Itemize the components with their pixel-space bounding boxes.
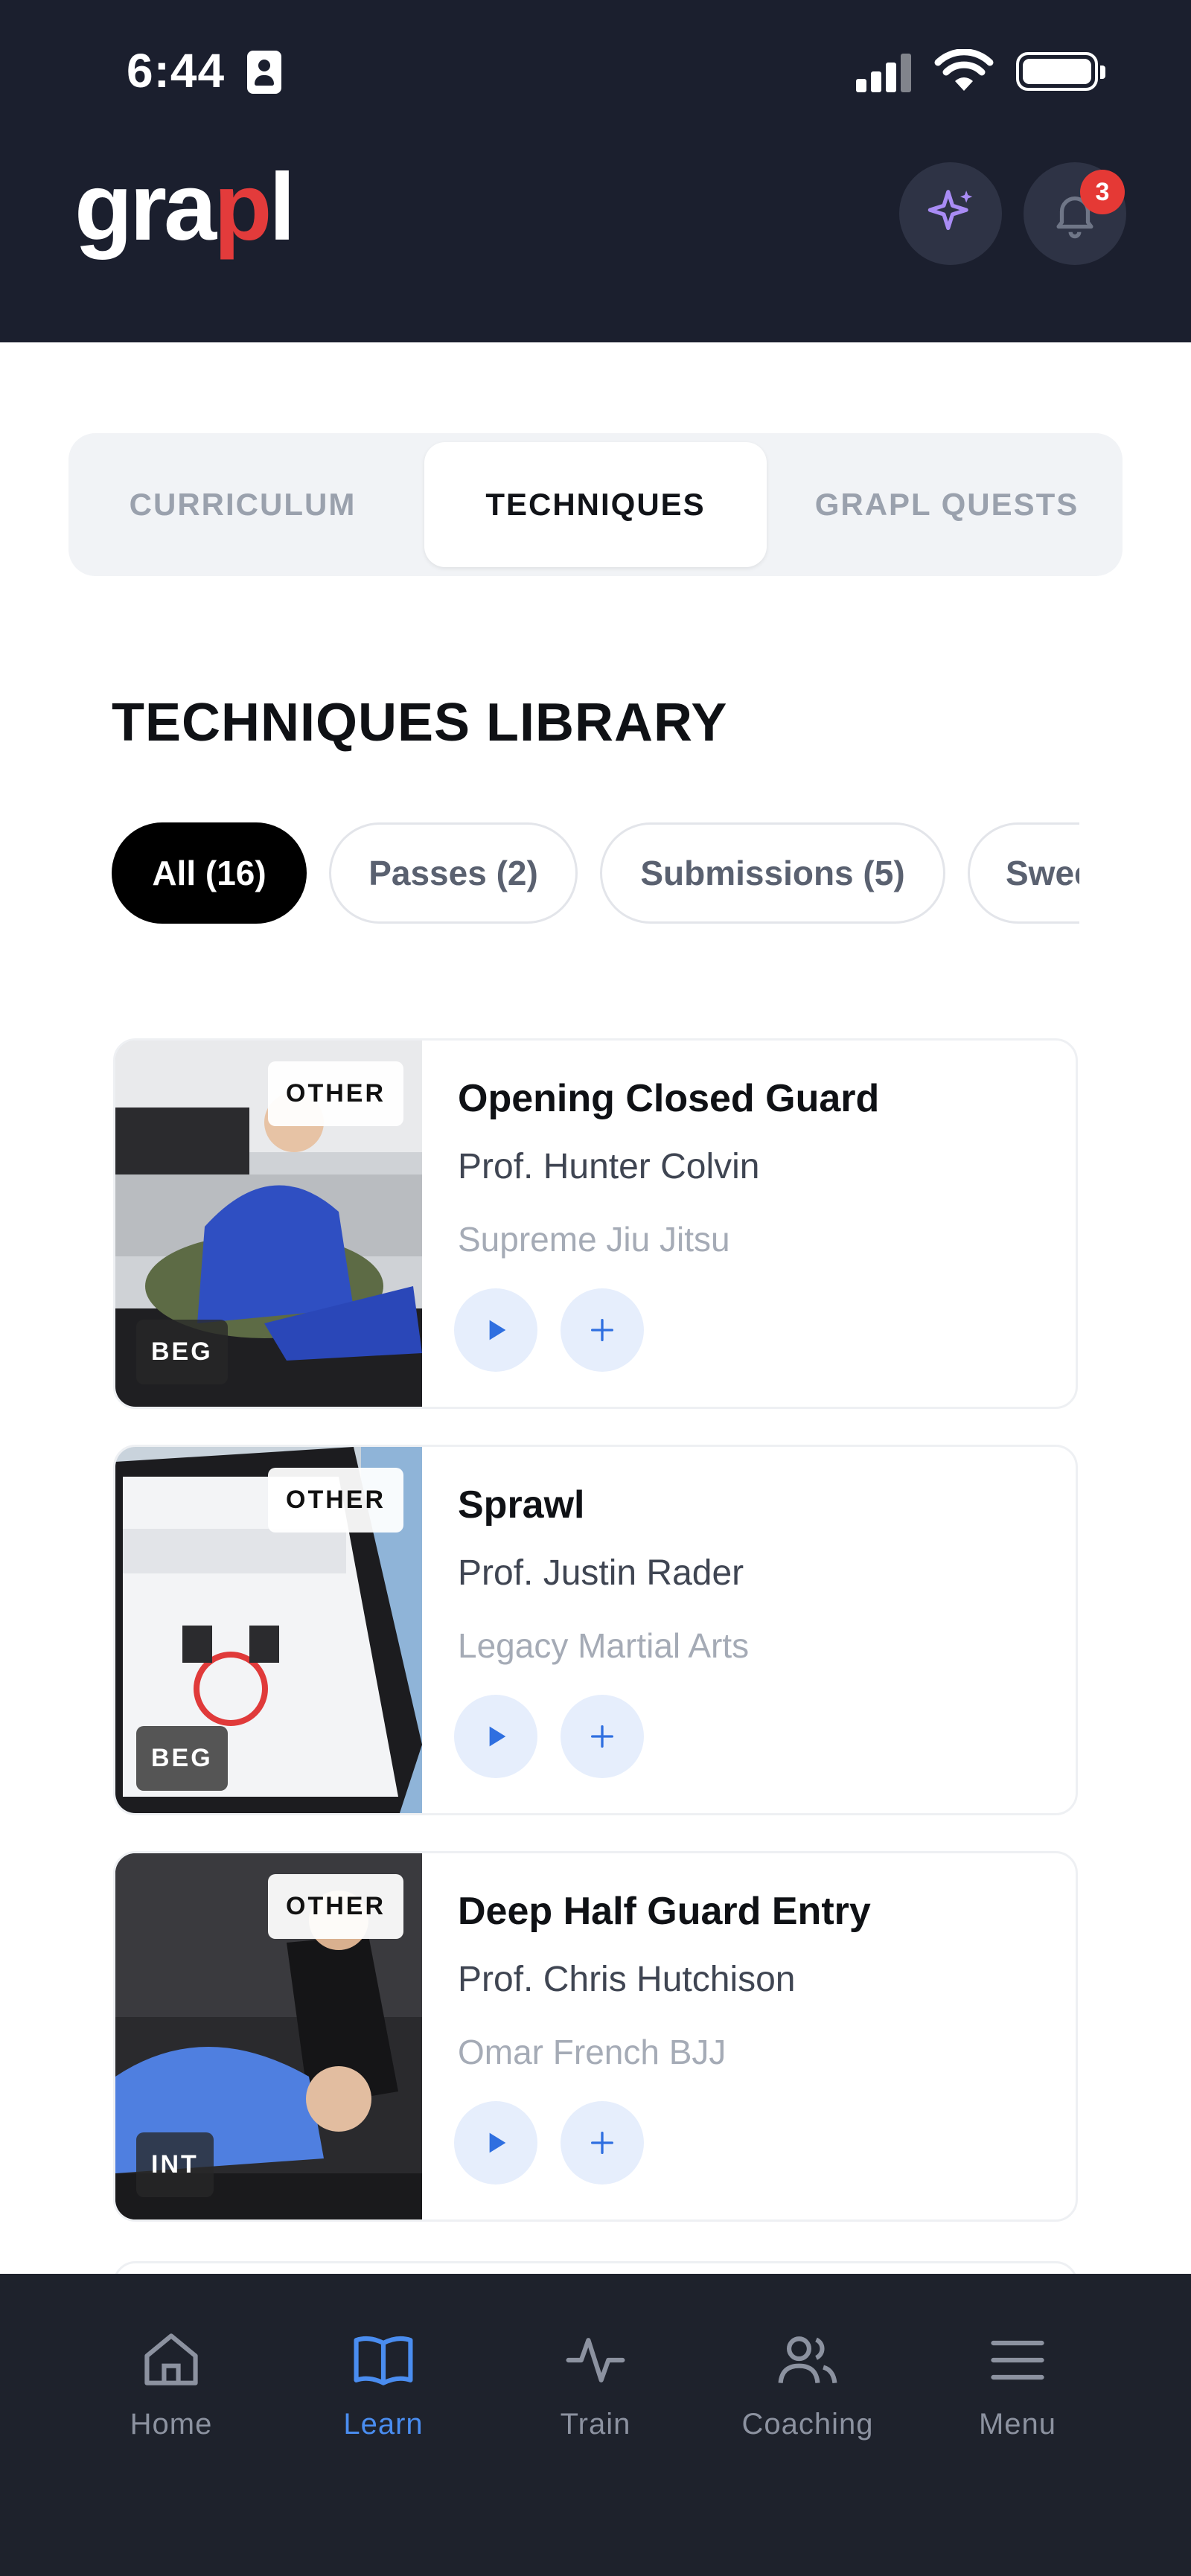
play-button[interactable] xyxy=(454,2101,537,2185)
tab-grapl-quests[interactable]: GRAPL QUESTS xyxy=(783,442,1111,567)
home-icon xyxy=(144,2333,198,2385)
technique-title: Sprawl xyxy=(458,1483,585,1527)
contact-card-icon xyxy=(247,51,281,94)
add-button[interactable] xyxy=(561,1695,644,1778)
technique-thumbnail: OTHER BEG xyxy=(115,1041,422,1407)
technique-card[interactable]: OTHER BEG Opening Closed Guard Prof. Hun… xyxy=(113,1038,1078,1409)
status-time: 6:44 xyxy=(127,44,226,98)
technique-coach: Prof. Chris Hutchison xyxy=(458,1960,796,1999)
book-icon xyxy=(354,2336,413,2385)
category-tag: OTHER xyxy=(268,1468,403,1533)
grapl-logo: grapl xyxy=(74,154,296,261)
nav-coaching[interactable]: Coaching xyxy=(715,2326,901,2441)
nav-train-label: Train xyxy=(560,2408,631,2441)
level-badge: INT xyxy=(136,2132,214,2197)
app-header: 6:44 grapl 3 xyxy=(0,0,1191,342)
filter-chip-passes[interactable]: Passes (2) xyxy=(329,822,578,924)
sparkle-icon xyxy=(927,190,973,231)
technique-gym: Legacy Martial Arts xyxy=(458,1626,750,1665)
filter-chips: All (16) Passes (2) Submissions (5) Swee xyxy=(112,819,1079,930)
page-title: TECHNIQUES LIBRARY xyxy=(112,693,728,752)
play-button[interactable] xyxy=(454,1288,537,1372)
nav-home[interactable]: Home xyxy=(78,2326,264,2441)
menu-icon xyxy=(991,2340,1044,2380)
cellular-signal-icon xyxy=(856,54,916,92)
technique-coach: Prof. Justin Rader xyxy=(458,1553,744,1593)
play-icon xyxy=(489,2132,506,2153)
level-badge: BEG xyxy=(136,1320,228,1384)
play-icon xyxy=(489,1726,506,1747)
filter-chip-all[interactable]: All (16) xyxy=(112,822,307,924)
filter-chip-sweeps[interactable]: Swee xyxy=(968,822,1079,924)
nav-home-label: Home xyxy=(130,2408,213,2441)
ai-assistant-button[interactable] xyxy=(899,162,1002,265)
nav-coaching-label: Coaching xyxy=(741,2408,874,2441)
notification-count-badge: 3 xyxy=(1080,170,1125,214)
technique-thumbnail: OTHER BEG xyxy=(115,1447,422,1813)
technique-coach: Prof. Hunter Colvin xyxy=(458,1147,760,1186)
filter-chip-submissions[interactable]: Submissions (5) xyxy=(600,822,945,924)
activity-icon xyxy=(566,2338,625,2382)
nav-learn-label: Learn xyxy=(343,2408,424,2441)
category-tag: OTHER xyxy=(268,1061,403,1126)
play-button[interactable] xyxy=(454,1695,537,1778)
technique-title: Opening Closed Guard xyxy=(458,1077,880,1120)
add-button[interactable] xyxy=(561,1288,644,1372)
plus-icon xyxy=(591,1725,613,1748)
plus-icon xyxy=(591,2132,613,2154)
category-tag: OTHER xyxy=(268,1874,403,1939)
tab-techniques[interactable]: TECHNIQUES xyxy=(424,442,767,567)
nav-menu[interactable]: Menu xyxy=(925,2326,1111,2441)
battery-icon xyxy=(1016,52,1105,91)
level-badge: BEG xyxy=(136,1726,228,1791)
notifications-button[interactable]: 3 xyxy=(1024,162,1126,265)
nav-learn[interactable]: Learn xyxy=(290,2326,476,2441)
technique-card[interactable]: OTHER BEG Sprawl Prof. Justin Rader Lega… xyxy=(113,1445,1078,1815)
plus-icon xyxy=(591,1319,613,1341)
technique-card[interactable]: OTHER INT Deep Half Guard Entry Prof. Ch… xyxy=(113,1851,1078,2222)
technique-gym: Supreme Jiu Jitsu xyxy=(458,1220,730,1259)
bottom-nav: Home Learn Train Coaching Menu xyxy=(0,2274,1191,2576)
play-icon xyxy=(489,1320,506,1340)
learn-tabs: CURRICULUM TECHNIQUES GRAPL QUESTS xyxy=(68,433,1123,576)
wifi-icon xyxy=(934,49,994,91)
nav-menu-label: Menu xyxy=(978,2408,1057,2441)
add-button[interactable] xyxy=(561,2101,644,2185)
users-icon xyxy=(778,2336,837,2384)
technique-thumbnail: OTHER INT xyxy=(115,1853,422,2219)
nav-train[interactable]: Train xyxy=(502,2326,689,2441)
technique-gym: Omar French BJJ xyxy=(458,2033,727,2071)
tab-curriculum[interactable]: CURRICULUM xyxy=(79,442,406,567)
technique-title: Deep Half Guard Entry xyxy=(458,1890,871,1933)
